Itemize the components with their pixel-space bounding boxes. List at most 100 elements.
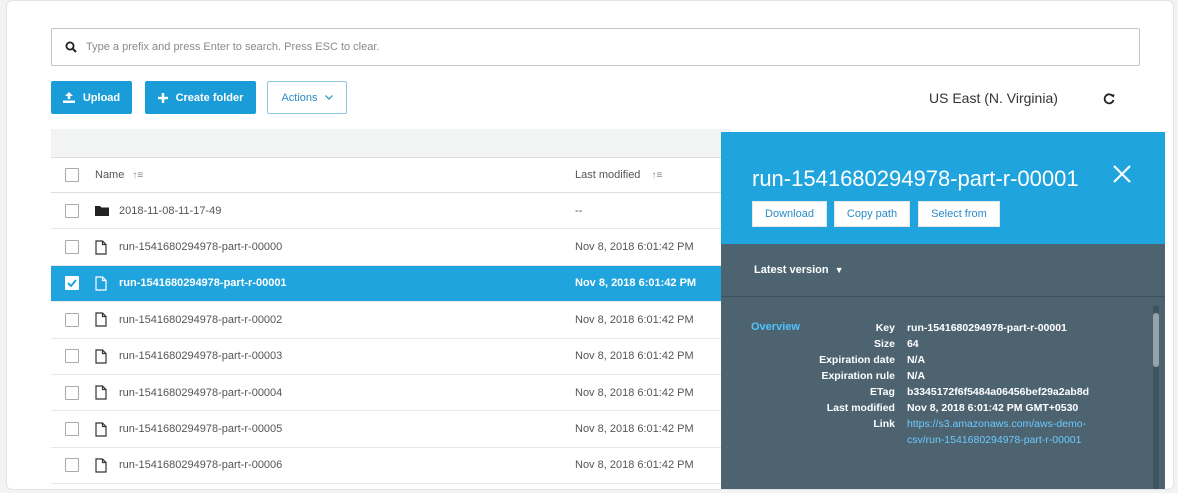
table-row[interactable]: run-1541680294978-part-r-00001 Nov 8, 201… [51, 265, 731, 303]
detail-row: ETag b3345172f6f5484a06456bef29a2ab8d [783, 384, 1123, 400]
name-cell[interactable]: run-1541680294978-part-r-00006 [95, 457, 575, 473]
panel-header: run-1541680294978-part-r-00001 Download … [721, 132, 1165, 244]
objects-table: Name ↑≡ Last modified ↑≡ 2018-11-08-11-1… [51, 129, 731, 485]
upload-label: Upload [82, 91, 121, 104]
table-row[interactable]: run-1541680294978-part-r-00002 Nov 8, 201… [51, 302, 731, 339]
detail-key: Expiration date [819, 354, 895, 366]
create-folder-label: Create folder [175, 91, 244, 104]
caret-down-icon: ▼ [834, 265, 844, 275]
name-cell[interactable]: 2018-11-08-11-17-49 [95, 203, 575, 219]
object-details-panel: run-1541680294978-part-r-00001 Download … [721, 132, 1165, 489]
row-checkbox[interactable] [65, 385, 79, 400]
table-row[interactable]: run-1541680294978-part-r-00006 Nov 8, 201… [51, 448, 731, 485]
last-modified-cell: Nov 8, 2018 6:01:42 PM [575, 459, 694, 472]
last-modified-cell: Nov 8, 2018 6:01:42 PM [575, 241, 694, 254]
detail-value: 64 [906, 338, 919, 350]
plus-icon [157, 92, 168, 103]
table-row[interactable]: run-1541680294978-part-r-00004 Nov 8, 201… [51, 375, 731, 412]
upload-icon [62, 92, 75, 103]
detail-row: Last modified Nov 8, 2018 6:01:42 PM GMT+… [783, 400, 1123, 416]
detail-row: Link https://s3.amazonaws.com/aws-demo-cs… [783, 416, 1123, 448]
row-checkbox[interactable] [65, 422, 79, 437]
s3-browser-frame: Upload Create folder Actions US East (N.… [6, 0, 1174, 490]
details-list: Key run-1541680294978-part-r-00001 Size 64 E… [783, 320, 1123, 448]
row-checkbox[interactable] [65, 312, 79, 327]
detail-row: Expiration rule N/A [783, 368, 1123, 384]
name-cell[interactable]: run-1541680294978-part-r-00003 [95, 348, 575, 364]
actions-label: Actions [281, 91, 318, 104]
folder-icon [95, 203, 109, 219]
detail-row: Expiration date N/A [783, 352, 1123, 368]
row-checkbox[interactable] [65, 203, 79, 218]
version-dropdown[interactable]: Latest version ▼ [721, 244, 1165, 297]
sort-icon[interactable]: ↑≡ [132, 170, 143, 181]
refresh-icon[interactable] [1101, 91, 1117, 107]
table-toolbar-strip [51, 129, 731, 157]
copy-path-button[interactable]: Copy path [834, 201, 910, 227]
download-button[interactable]: Download [752, 201, 827, 227]
last-modified-cell: Nov 8, 2018 6:01:42 PM [575, 277, 697, 290]
file-icon [95, 312, 109, 328]
name-cell[interactable]: run-1541680294978-part-r-00005 [95, 421, 575, 437]
row-checkbox[interactable] [65, 240, 79, 255]
panel-title: run-1541680294978-part-r-00001 [752, 166, 1079, 191]
object-name: run-1541680294978-part-r-00005 [119, 423, 283, 436]
file-icon [95, 275, 109, 291]
object-name: run-1541680294978-part-r-00003 [119, 350, 283, 363]
detail-key: Link [873, 418, 895, 430]
object-name: run-1541680294978-part-r-00000 [119, 241, 283, 254]
file-icon [95, 385, 109, 401]
detail-value: b3345172f6f5484a06456bef29a2ab8d [906, 386, 1090, 398]
detail-key: Size [873, 338, 895, 350]
table-row[interactable]: run-1541680294978-part-r-00005 Nov 8, 201… [51, 411, 731, 448]
panel-body: Overview Key run-1541680294978-part-r-000… [721, 297, 1165, 489]
last-modified-cell: -- [575, 204, 583, 217]
scrollbar-thumb[interactable] [1153, 313, 1159, 367]
actions-dropdown[interactable]: Actions [267, 81, 347, 114]
region-label: US East (N. Virginia) [929, 90, 1058, 106]
name-column-header[interactable]: Name ↑≡ [95, 169, 575, 181]
detail-value: N/A [906, 370, 926, 382]
table-row[interactable]: 2018-11-08-11-17-49 -- [51, 193, 731, 230]
table-row[interactable]: run-1541680294978-part-r-00003 Nov 8, 201… [51, 339, 731, 375]
create-folder-button[interactable]: Create folder [145, 81, 256, 114]
search-icon [56, 41, 86, 53]
object-name: run-1541680294978-part-r-00006 [119, 459, 283, 472]
select-from-button[interactable]: Select from [918, 201, 1000, 227]
object-name: run-1541680294978-part-r-00002 [119, 313, 283, 326]
file-icon [95, 348, 109, 364]
table-row[interactable]: run-1541680294978-part-r-00000 Nov 8, 201… [51, 229, 731, 266]
last-modified-header-label: Last modified [575, 169, 641, 181]
object-name: 2018-11-08-11-17-49 [119, 204, 222, 217]
search-bar[interactable] [51, 28, 1140, 66]
sort-icon[interactable]: ↑≡ [652, 170, 663, 181]
name-cell[interactable]: run-1541680294978-part-r-00000 [95, 239, 575, 255]
search-input[interactable] [86, 41, 986, 53]
detail-key: Last modified [826, 402, 895, 414]
last-modified-cell: Nov 8, 2018 6:01:42 PM [575, 350, 694, 363]
name-header-label: Name [95, 169, 125, 181]
object-name: run-1541680294978-part-r-00004 [119, 386, 283, 399]
row-checkbox[interactable] [65, 458, 79, 473]
row-checkbox[interactable] [65, 349, 79, 364]
detail-value: run-1541680294978-part-r-00001 [906, 322, 1067, 334]
row-checkbox[interactable] [65, 276, 79, 291]
select-all-checkbox[interactable] [65, 168, 79, 182]
object-url-link[interactable]: https://s3.amazonaws.com/aws-demo-csv/ru… [907, 416, 1123, 448]
detail-key: Key [875, 322, 895, 334]
table-body: 2018-11-08-11-17-49 -- run-1541680294978-p… [51, 193, 731, 485]
last-modified-column-header[interactable]: Last modified ↑≡ [575, 169, 731, 181]
name-cell[interactable]: run-1541680294978-part-r-00001 [95, 275, 575, 291]
table-header: Name ↑≡ Last modified ↑≡ [51, 157, 731, 193]
file-icon [95, 457, 109, 473]
detail-row: Size 64 [783, 336, 1123, 352]
chevron-down-icon [324, 95, 333, 100]
close-icon[interactable] [1110, 162, 1134, 186]
name-cell[interactable]: run-1541680294978-part-r-00004 [95, 385, 575, 401]
upload-button[interactable]: Upload [51, 81, 132, 114]
detail-key: Expiration rule [821, 370, 895, 382]
name-cell[interactable]: run-1541680294978-part-r-00002 [95, 312, 575, 328]
detail-value: Nov 8, 2018 6:01:42 PM GMT+0530 [906, 402, 1079, 414]
last-modified-cell: Nov 8, 2018 6:01:42 PM [575, 423, 694, 436]
file-icon [95, 421, 109, 437]
